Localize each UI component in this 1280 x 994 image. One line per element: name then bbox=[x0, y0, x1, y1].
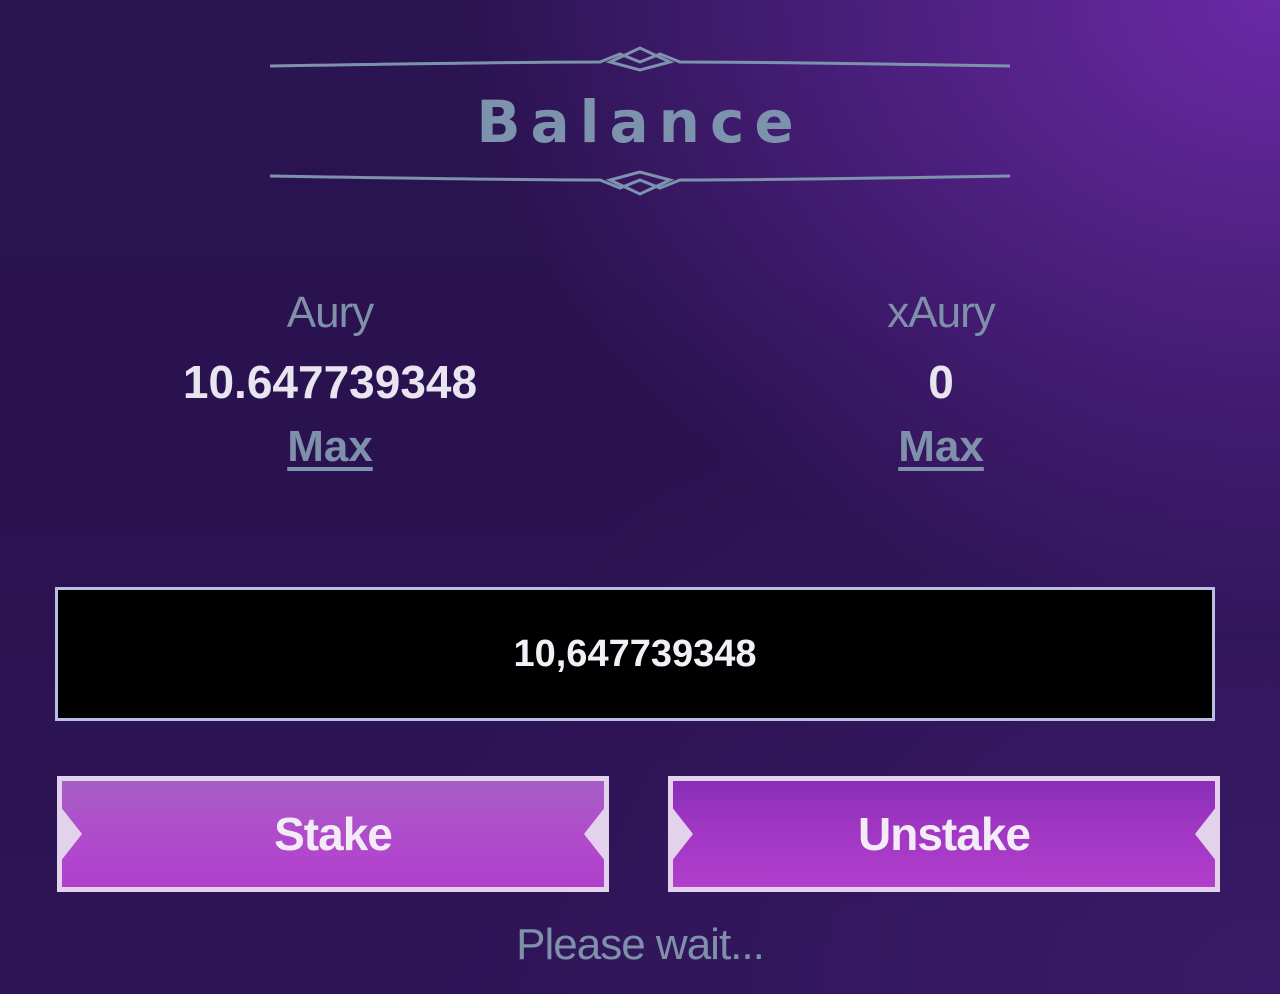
aury-token-label: Aury bbox=[286, 288, 374, 337]
xaury-balance-amount: 0 bbox=[928, 356, 954, 408]
stake-button-label: Stake bbox=[274, 808, 393, 860]
status-message: Please wait... bbox=[516, 920, 765, 969]
stake-button[interactable]: Stake bbox=[57, 776, 609, 892]
amount-input[interactable] bbox=[55, 587, 1215, 721]
unstake-button[interactable]: Unstake bbox=[668, 776, 1220, 892]
aury-balance-amount: 10.647739348 bbox=[182, 356, 478, 408]
title-ornament-top bbox=[270, 46, 1010, 72]
aury-balance: Aury 10.647739348 Max bbox=[130, 283, 530, 477]
aury-max-link[interactable]: Max bbox=[287, 417, 373, 477]
unstake-button-label: Unstake bbox=[858, 808, 1031, 860]
page-title: Balance bbox=[476, 88, 804, 156]
xaury-balance: xAury 0 Max bbox=[741, 283, 1141, 477]
xaury-max-link[interactable]: Max bbox=[898, 417, 984, 477]
title-ornament-bottom bbox=[270, 170, 1010, 196]
xaury-token-label: xAury bbox=[887, 288, 995, 337]
